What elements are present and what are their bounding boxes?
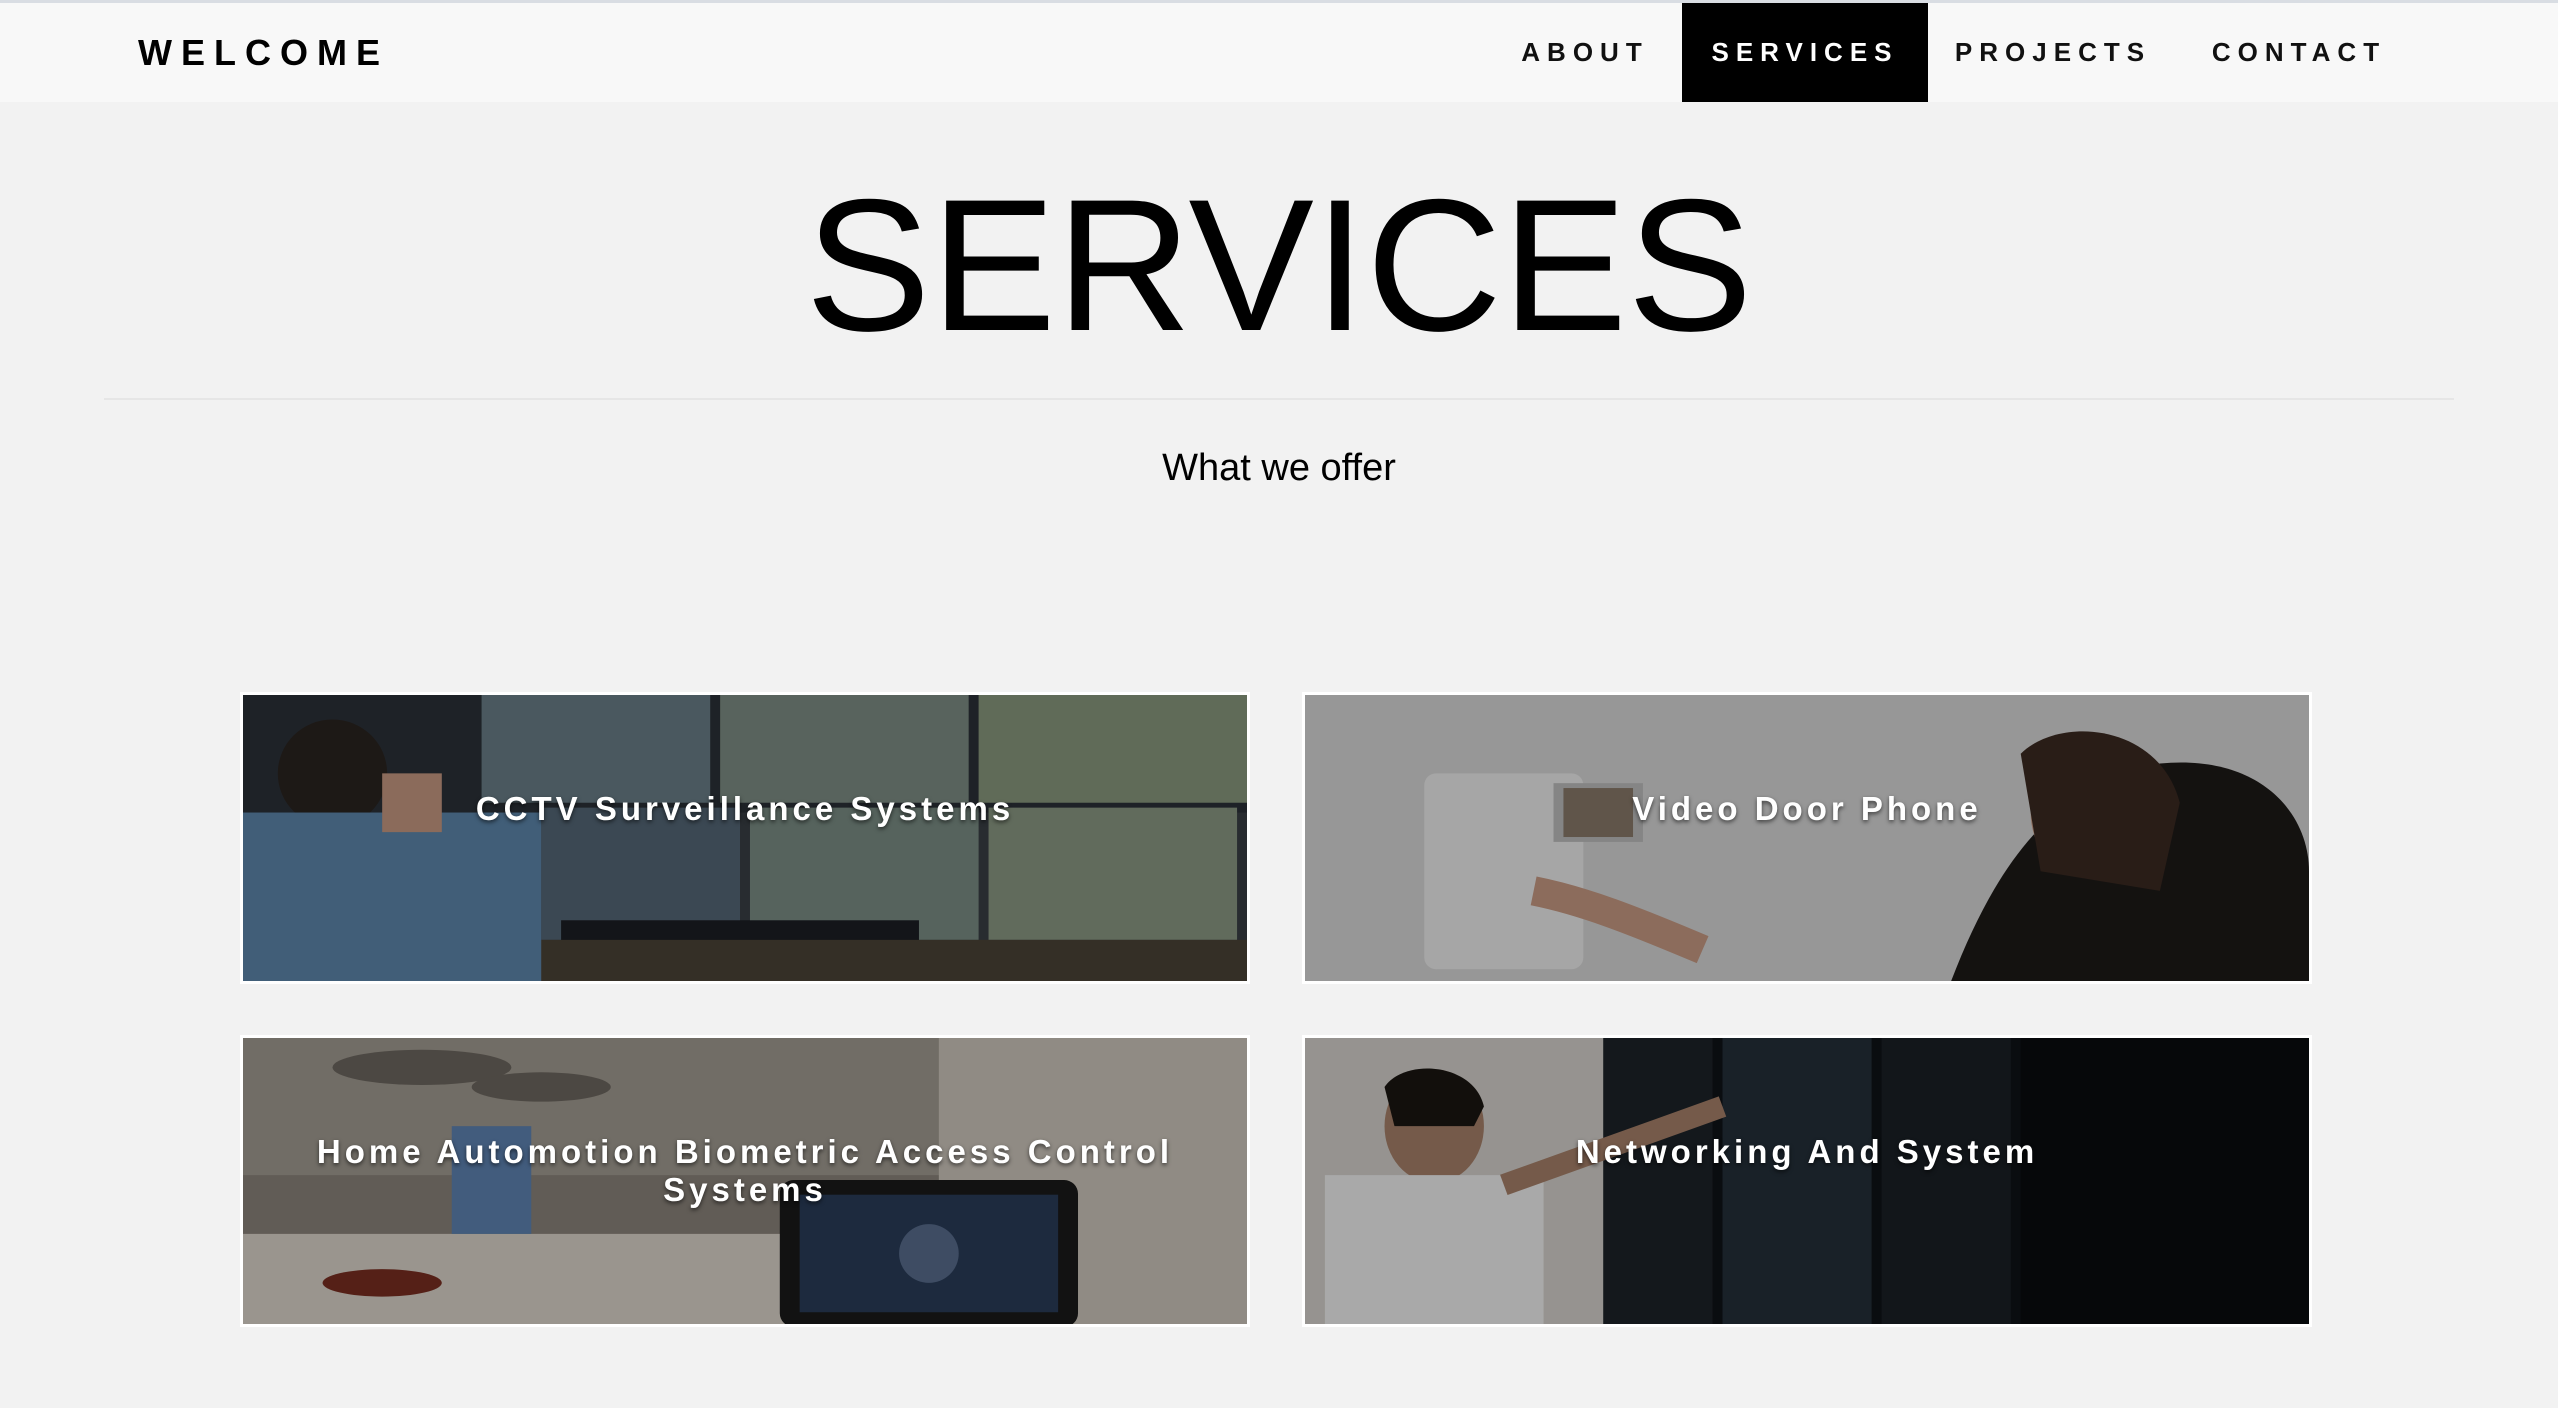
service-card-home-automation[interactable]: Home Automotion Biometric Access Control… [240,1035,1250,1327]
page-title: SERVICES [805,160,1753,370]
top-navbar: WELCOME ABOUT SERVICES PROJECTS CONTACT [0,0,2558,102]
service-title: Networking And System [1575,1133,2039,1170]
service-card-cctv[interactable]: CCTV Surveillance Systems [240,692,1250,984]
service-title: CCTV Surveillance Systems [475,790,1015,827]
service-title: Home Automotion Biometric Access Control… [316,1133,1174,1208]
card-overlay [243,695,1247,981]
brand-link[interactable]: WELCOME [138,3,389,102]
card-overlay [1305,1038,2309,1324]
service-title: Video Door Phone [1632,790,1982,827]
header-divider [104,398,2454,400]
nav-projects[interactable]: PROJECTS [1940,3,2166,102]
service-card-networking[interactable]: Networking And System [1302,1035,2312,1327]
card-overlay [1305,695,2309,981]
service-card-video-door-phone[interactable]: Video Door Phone [1302,692,2312,984]
nav-services[interactable]: SERVICES [1682,3,1928,102]
page-subtitle: What we offer [1162,447,1396,489]
nav-about[interactable]: ABOUT [1500,3,1670,102]
nav-contact[interactable]: CONTACT [2190,3,2408,102]
